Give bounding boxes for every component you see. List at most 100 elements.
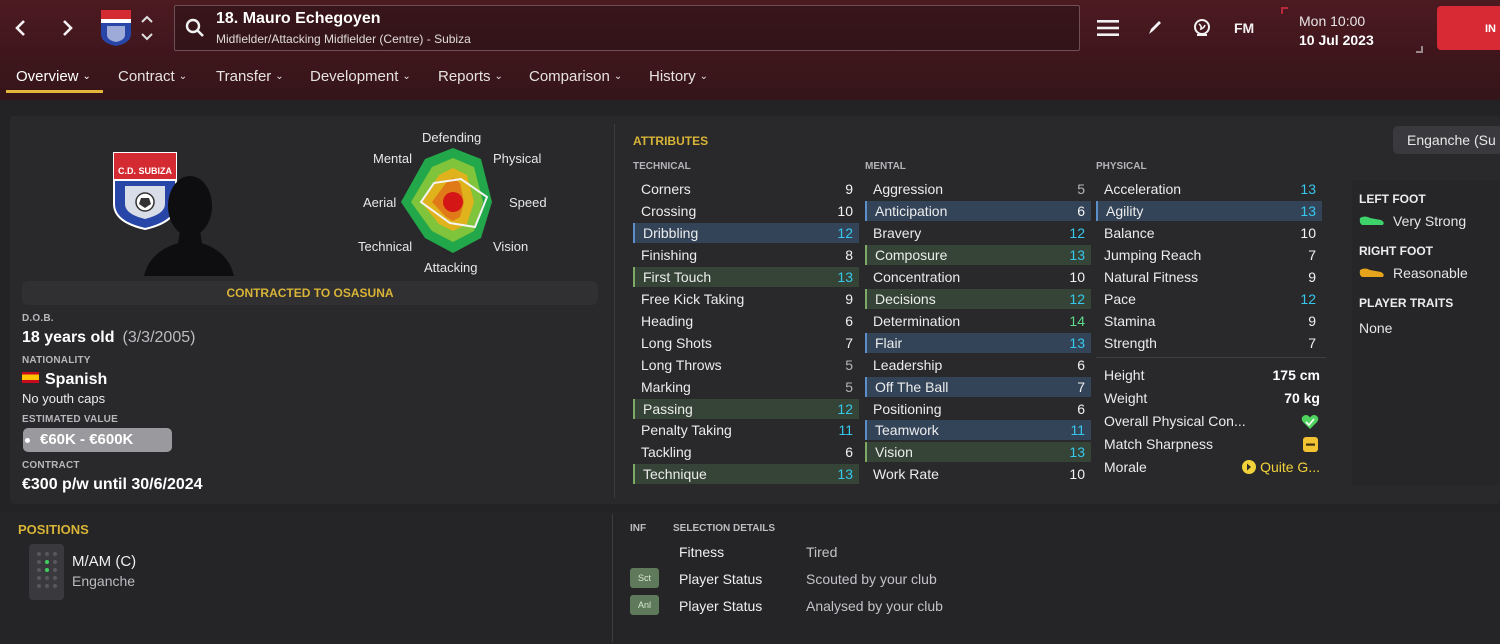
- attribute-row[interactable]: Passing 12: [633, 398, 859, 419]
- attribute-value: 13: [837, 268, 853, 285]
- attribute-name: First Touch: [643, 268, 712, 285]
- club-crest-icon[interactable]: [101, 10, 131, 46]
- attribute-row[interactable]: Heading 6: [633, 311, 859, 331]
- player-switch-stepper[interactable]: [139, 12, 155, 44]
- back-button[interactable]: [9, 16, 33, 40]
- tab-transfer[interactable]: Transfer ⌄: [216, 66, 284, 94]
- player-status-label: Player Status: [679, 571, 763, 587]
- tab-label: Reports: [438, 68, 491, 85]
- player-silhouette: [142, 170, 234, 276]
- world-button[interactable]: [1190, 16, 1214, 40]
- attribute-name: Aggression: [873, 181, 944, 197]
- sharpness-label: Match Sharpness: [1104, 436, 1213, 452]
- attribute-name: Technique: [643, 466, 707, 483]
- attribute-row[interactable]: Off The Ball 7: [865, 376, 1091, 397]
- menu-button[interactable]: [1096, 16, 1120, 40]
- attribute-row[interactable]: Positioning 6: [865, 399, 1091, 419]
- attribute-row[interactable]: Vision 13: [865, 442, 1091, 463]
- attribute-row[interactable]: Concentration 10: [865, 267, 1091, 287]
- divider: [614, 124, 615, 498]
- attribute-row[interactable]: Anticipation 6: [865, 200, 1091, 221]
- attribute-value: 5: [1077, 181, 1085, 197]
- attribute-row[interactable]: Strength 7: [1096, 333, 1322, 353]
- attribute-row[interactable]: Long Throws 5: [633, 355, 859, 375]
- attribute-row[interactable]: Penalty Taking 11: [633, 420, 859, 440]
- sharpness-icon: [1303, 437, 1318, 452]
- attribute-row[interactable]: Natural Fitness 9: [1096, 267, 1322, 287]
- tab-comparison[interactable]: Comparison ⌄: [529, 66, 622, 94]
- attribute-row[interactable]: Decisions 12: [865, 288, 1091, 309]
- forward-button[interactable]: [55, 16, 79, 40]
- boot-icon: [1359, 216, 1384, 225]
- attribute-name: Heading: [641, 312, 694, 329]
- attribute-value: 7: [1308, 334, 1316, 351]
- tab-reports[interactable]: Reports ⌄: [438, 66, 503, 94]
- role-selector[interactable]: Enganche (Su: [1393, 126, 1500, 154]
- weight-value: 70 kg: [1284, 390, 1320, 406]
- attribute-row[interactable]: Tackling 6: [633, 442, 859, 462]
- sharpness-row[interactable]: Match Sharpness: [1104, 434, 1320, 454]
- attribute-row[interactable]: Jumping Reach 7: [1096, 245, 1322, 265]
- search-icon: [185, 18, 204, 37]
- tab-label: Contract: [118, 68, 175, 85]
- attribute-row[interactable]: Work Rate 10: [865, 464, 1091, 484]
- attribute-row[interactable]: Bravery 12: [865, 223, 1091, 243]
- weight-label: Weight: [1104, 390, 1148, 406]
- continue-button[interactable]: IN: [1437, 6, 1500, 50]
- attribute-row[interactable]: Agility 13: [1096, 200, 1322, 221]
- attribute-row[interactable]: Free Kick Taking 9: [633, 289, 859, 309]
- height-label: Height: [1104, 367, 1145, 383]
- attribute-row[interactable]: Teamwork 11: [865, 420, 1091, 441]
- attribute-row[interactable]: Aggression 5: [865, 179, 1091, 199]
- inf-header: INF: [630, 523, 647, 534]
- nationality-label: NATIONALITY: [22, 355, 91, 366]
- tab-contract[interactable]: Contract ⌄: [118, 66, 187, 94]
- left-foot-label: LEFT FOOT: [1359, 192, 1426, 206]
- contract-value: €300 p/w until 30/6/2024: [22, 476, 203, 493]
- chevron-down-icon: ⌄: [613, 71, 623, 82]
- right-foot-label: RIGHT FOOT: [1359, 244, 1433, 258]
- estimated-value[interactable]: €60K - €600K: [23, 428, 172, 452]
- attribute-name: Finishing: [641, 246, 698, 263]
- attribute-name: Natural Fitness: [1104, 268, 1199, 285]
- fm-logo-icon[interactable]: FM: [1234, 16, 1260, 40]
- attribute-name: Acceleration: [1104, 181, 1182, 197]
- attribute-name: Penalty Taking: [641, 422, 732, 439]
- attribute-row[interactable]: Balance 10: [1096, 223, 1322, 243]
- radar-label-technical: Technical: [358, 239, 413, 254]
- attribute-row[interactable]: Determination 14: [865, 311, 1091, 331]
- pencil-icon: [1149, 21, 1161, 34]
- tab-history[interactable]: History ⌄: [649, 66, 708, 94]
- attribute-row[interactable]: Finishing 8: [633, 245, 859, 265]
- attribute-row[interactable]: Long Shots 7: [633, 333, 859, 353]
- morale-status: Quite G...: [1242, 459, 1320, 475]
- attribute-value: 10: [1300, 224, 1316, 241]
- attribute-name: Agility: [1106, 202, 1144, 219]
- tab-label: Transfer: [216, 68, 272, 85]
- dob-label: D.O.B.: [22, 313, 54, 324]
- attribute-row[interactable]: Dribbling 12: [633, 222, 859, 243]
- attribute-name: Strength: [1104, 334, 1157, 351]
- edit-button[interactable]: [1145, 16, 1165, 40]
- attribute-row[interactable]: Stamina 9: [1096, 311, 1322, 331]
- morale-label: Morale: [1104, 459, 1147, 475]
- attribute-row[interactable]: First Touch 13: [633, 266, 859, 287]
- attribute-row[interactable]: Crossing 10: [633, 201, 859, 221]
- attribute-name: Passing: [643, 400, 693, 417]
- player-search-box[interactable]: 18. Mauro Echegoyen Midfielder/Attacking…: [174, 5, 1080, 51]
- attribute-row[interactable]: Pace 12: [1096, 289, 1322, 309]
- tab-development[interactable]: Development ⌄: [310, 66, 411, 94]
- condition-row[interactable]: Overall Physical Con...: [1104, 411, 1320, 431]
- attribute-row[interactable]: Composure 13: [865, 244, 1091, 265]
- attribute-row[interactable]: Corners 9: [633, 179, 859, 199]
- attribute-value: 9: [1308, 268, 1316, 285]
- attribute-row[interactable]: Leadership 6: [865, 355, 1091, 375]
- radar-label-mental: Mental: [373, 151, 413, 166]
- attribute-name: Leadership: [873, 356, 943, 373]
- attribute-value: 12: [837, 224, 853, 241]
- attribute-row[interactable]: Technique 13: [633, 464, 859, 485]
- attribute-row[interactable]: Flair 13: [865, 332, 1091, 353]
- attribute-row[interactable]: Marking 5: [633, 377, 859, 397]
- morale-row[interactable]: Morale Quite G...: [1104, 457, 1320, 477]
- attribute-row[interactable]: Acceleration 13: [1096, 179, 1322, 199]
